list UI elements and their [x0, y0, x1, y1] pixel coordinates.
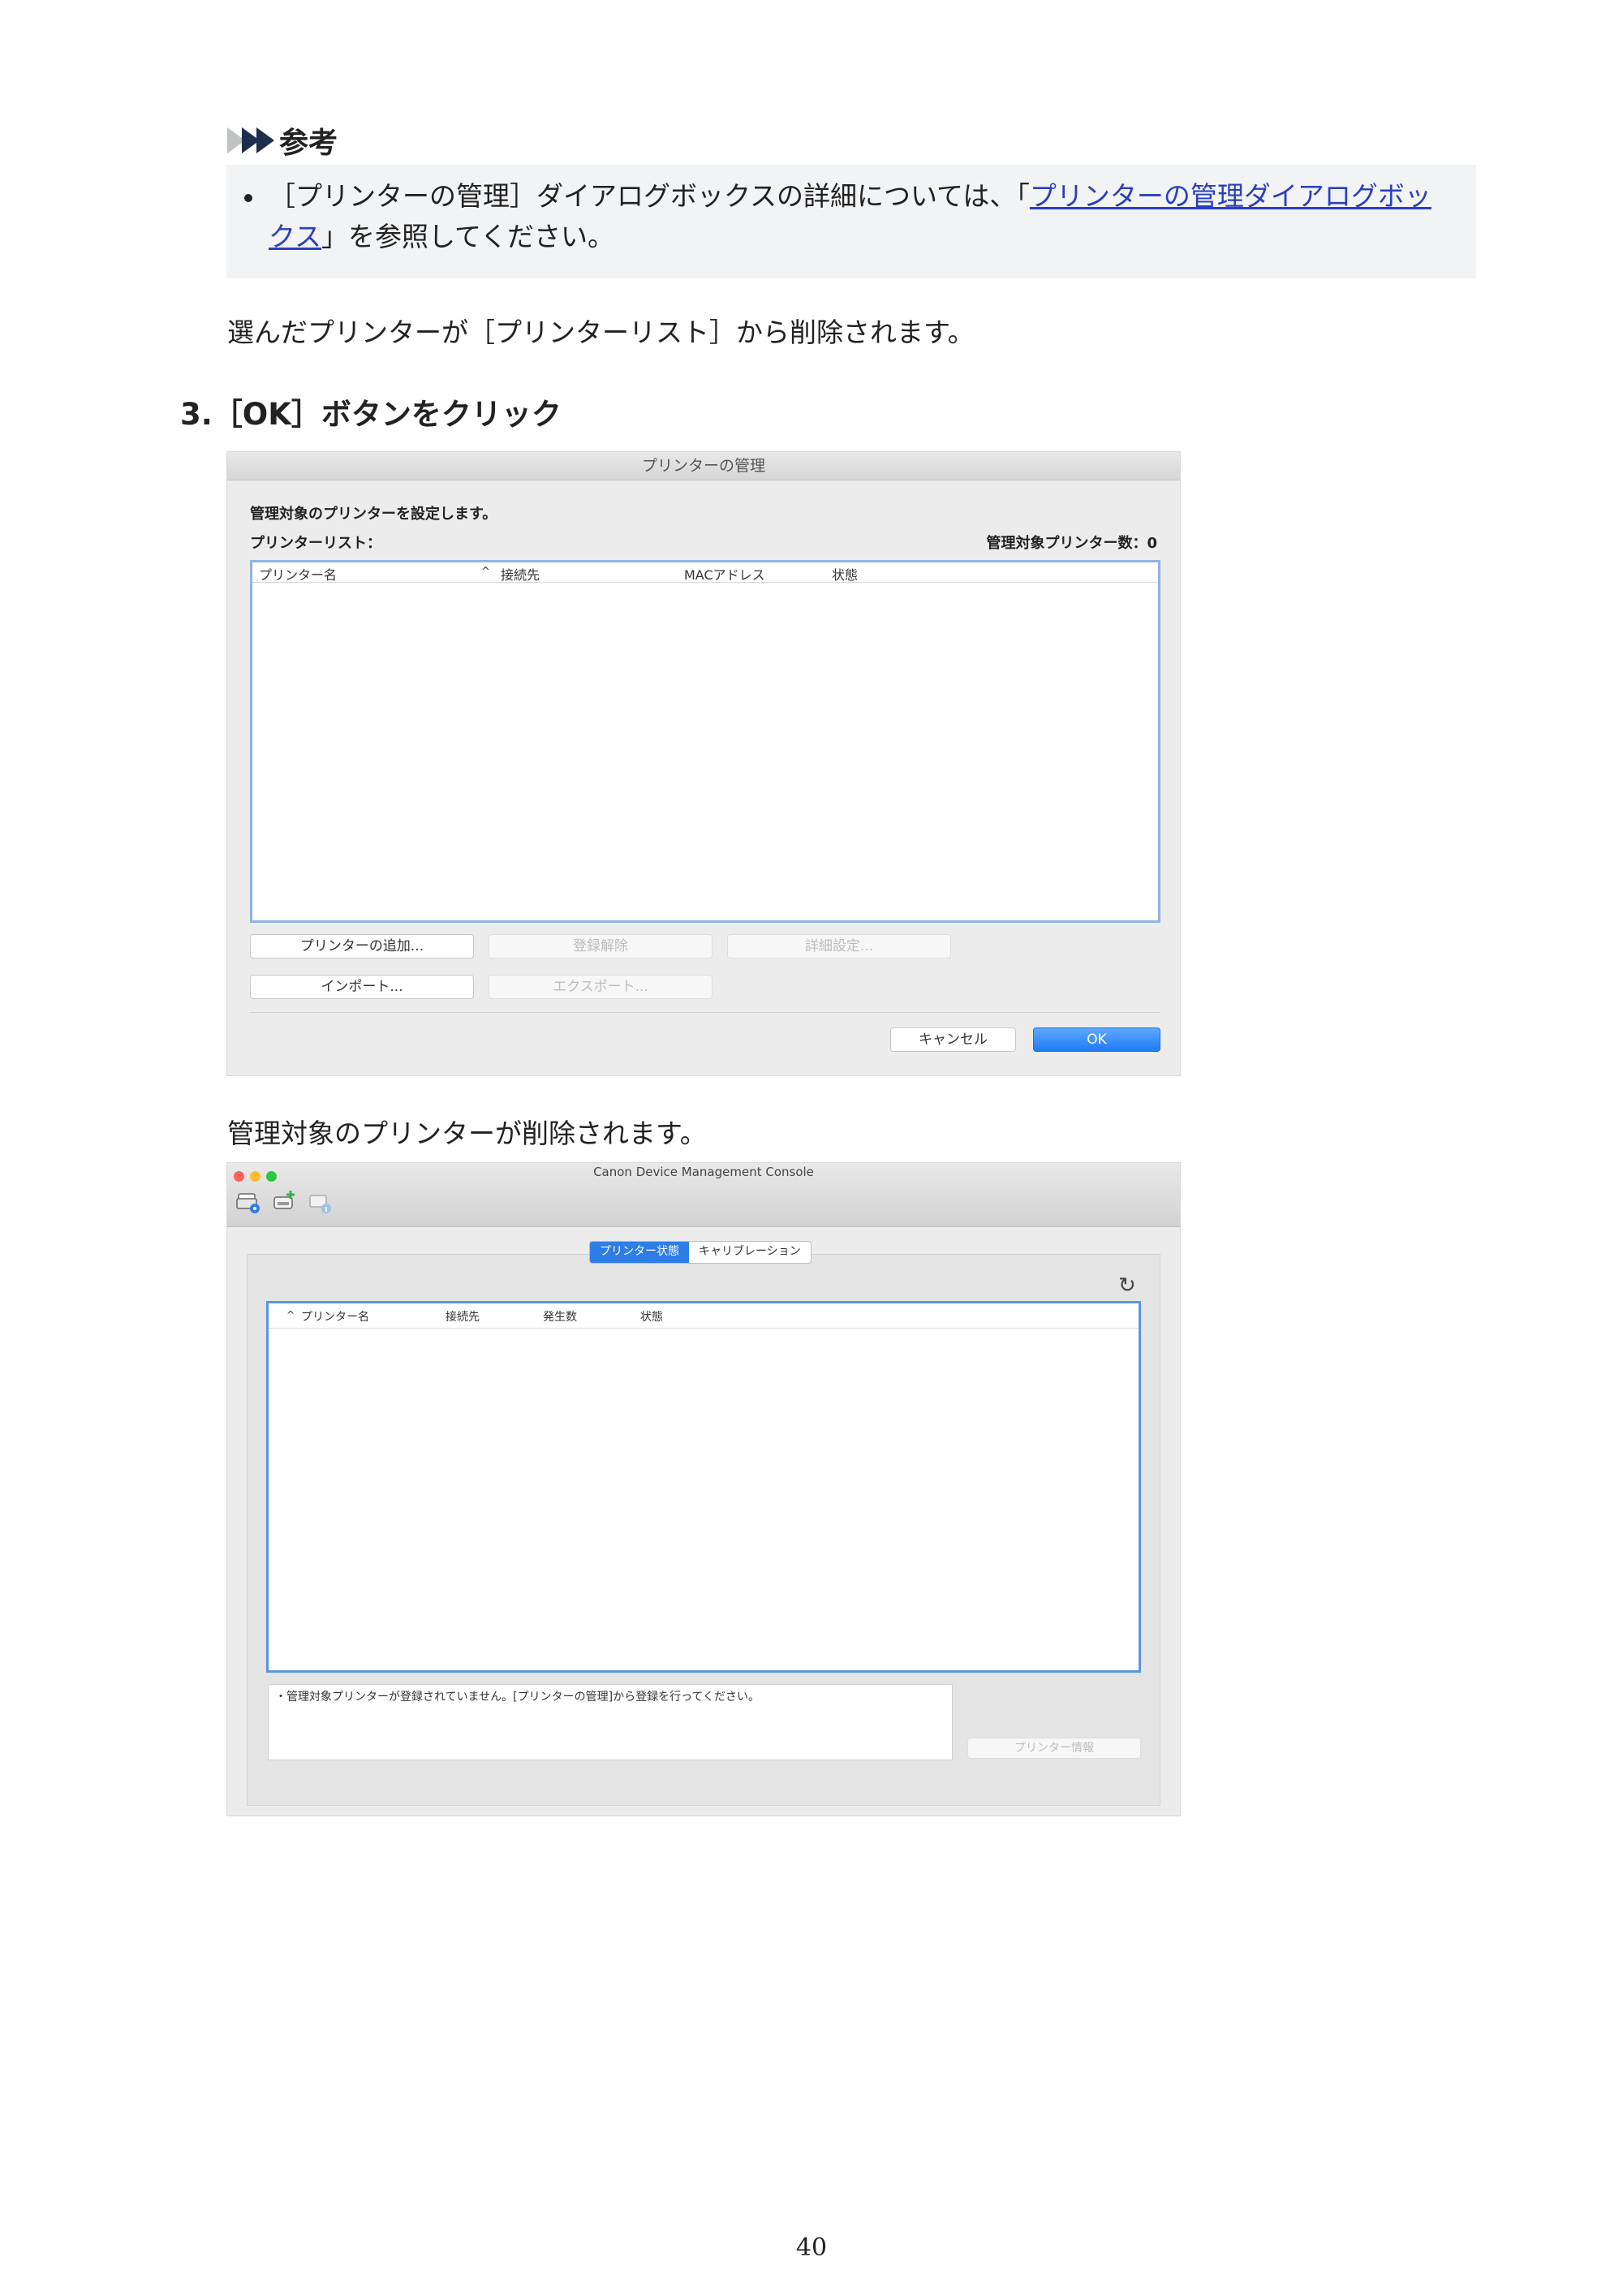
tab-calibration[interactable]: キャリブレーション: [689, 1242, 811, 1263]
printer-list-label: プリンターリスト：: [250, 535, 381, 552]
note-text-after: 」を参照してください。: [321, 221, 615, 252]
import-button[interactable]: インポート...: [250, 975, 474, 999]
tab-printer-status[interactable]: プリンター状態: [590, 1242, 689, 1263]
message-area: ・管理対象プリンターが登録されていません。[プリンターの管理]から登録を行ってく…: [268, 1684, 953, 1760]
printer-management-dialog: プリンターの管理 管理対象のプリンターを設定します。 プリンターリスト： 管理対…: [226, 451, 1181, 1076]
bullet-icon: [244, 194, 252, 202]
cancel-button[interactable]: キャンセル: [890, 1027, 1016, 1052]
column-status[interactable]: 状態: [640, 1308, 663, 1325]
export-button[interactable]: エクスポート...: [489, 975, 712, 999]
dialog-separator: [250, 1012, 1160, 1013]
console-toolbar: Canon Device Management Console: [227, 1163, 1180, 1227]
note-text-before: ［プリンターの管理］ダイアログボックスの詳細については、「: [269, 180, 1030, 212]
device-management-console-window: Canon Device Management Console プリンター状態 …: [226, 1162, 1181, 1816]
console-window-title: Canon Device Management Console: [593, 1165, 814, 1179]
printer-list-header: プリンター名 ^ 接続先 MACアドレス 状態: [252, 562, 1158, 583]
unregister-button[interactable]: 登録解除: [489, 934, 712, 958]
printer-status-list-header: ^ プリンター名 接続先 発生数 状態: [269, 1303, 1139, 1329]
printer-info-button[interactable]: プリンター情報: [967, 1738, 1141, 1759]
printer-list[interactable]: プリンター名 ^ 接続先 MACアドレス 状態: [250, 560, 1160, 923]
add-printer-button[interactable]: プリンターの追加...: [250, 934, 474, 958]
printer-status-list[interactable]: ^ プリンター名 接続先 発生数 状態: [266, 1301, 1141, 1673]
printer-info-icon[interactable]: [307, 1189, 334, 1217]
sort-ascending-icon: ^: [286, 1309, 295, 1320]
column-occurrences[interactable]: 発生数: [543, 1308, 577, 1325]
column-connection[interactable]: 接続先: [501, 564, 540, 584]
printer-settings-icon[interactable]: [235, 1189, 263, 1217]
page-number: 40: [795, 2234, 828, 2262]
ok-button[interactable]: OK: [1033, 1027, 1160, 1052]
printer-deleted-text: 管理対象のプリンターが削除されます。: [227, 1118, 707, 1149]
column-status[interactable]: 状態: [832, 564, 858, 584]
step-3-heading: 3.［OK］ボタンをクリック: [180, 397, 562, 432]
column-printer-name[interactable]: プリンター名: [259, 564, 337, 584]
view-tab-control: プリンター状態 キャリブレーション: [589, 1241, 812, 1264]
column-printer-name[interactable]: プリンター名: [301, 1308, 369, 1325]
add-printer-icon[interactable]: [271, 1189, 299, 1217]
refresh-icon[interactable]: ↻: [1118, 1273, 1136, 1298]
note-header: 参考: [227, 122, 338, 160]
note-title: 参考: [279, 127, 338, 160]
note-box: ［プリンターの管理］ダイアログボックスの詳細については、「プリンターの管理ダイア…: [226, 165, 1476, 278]
dialog-heading: 管理対象のプリンターを設定します。: [250, 506, 497, 523]
managed-printer-count: 管理対象プリンター数：0: [986, 535, 1157, 552]
note-item: ［プリンターの管理］ダイアログボックスの詳細については、「プリンターの管理ダイア…: [244, 176, 1452, 257]
column-connection[interactable]: 接続先: [446, 1308, 480, 1325]
chevron-dark-icon: [256, 127, 274, 153]
details-button[interactable]: 詳細設定...: [727, 934, 951, 958]
dialog-title-bar: プリンターの管理: [227, 452, 1180, 480]
sort-ascending-icon: ^: [481, 566, 490, 578]
column-mac-address[interactable]: MACアドレス: [684, 564, 765, 584]
removed-from-list-text: 選んだプリンターが［プリンターリスト］から削除されます。: [227, 317, 975, 348]
